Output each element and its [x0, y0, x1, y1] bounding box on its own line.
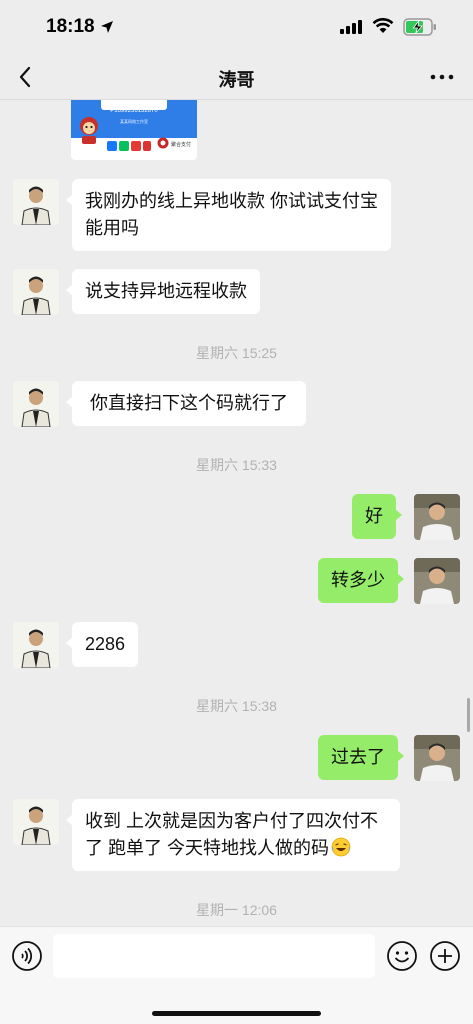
message-bubble[interactable]: 收到 上次就是因为客户付了四次付不了 跑单了 今天特地找人做的码: [66, 799, 400, 871]
message-bubble[interactable]: 你直接扫下这个码就行了: [66, 381, 306, 426]
contact-avatar-icon: [13, 381, 59, 427]
nav-bar: 涛哥: [0, 54, 473, 100]
brand-logo-icon: [157, 137, 169, 149]
contact-avatar-icon: [13, 179, 59, 225]
input-bar: [0, 926, 473, 1024]
status-bar: 18:18: [0, 0, 473, 54]
contact-avatar-icon: [13, 799, 59, 845]
message-bubble[interactable]: 2286: [65, 622, 139, 667]
signal-icon: [340, 20, 362, 34]
message-text: 2286: [85, 634, 126, 654]
avatar[interactable]: [13, 622, 59, 668]
mascot-icon: [80, 117, 98, 144]
avatar[interactable]: [13, 269, 59, 315]
message-timestamp: 星期一 12:06: [196, 902, 277, 918]
message-bubble[interactable]: 我刚办的线上异地收款 你试试支付宝能用吗: [66, 179, 391, 251]
my-avatar-icon: [414, 558, 460, 604]
avatar[interactable]: [414, 735, 460, 781]
message-input[interactable]: [53, 934, 375, 978]
chat-area[interactable]: P1699236132870 某某网络工作室 聚合支付 我刚办的线上异地收款 你…: [0, 100, 473, 926]
my-avatar-icon: [414, 735, 460, 781]
message-bubble[interactable]: 好: [352, 494, 402, 539]
battery-charging-icon: [403, 18, 436, 36]
home-indicator: [152, 1011, 321, 1016]
message-text: 转多少: [331, 570, 385, 590]
chat-title: 涛哥: [218, 70, 255, 90]
contact-avatar-icon: [13, 622, 59, 668]
avatar[interactable]: [414, 558, 460, 604]
laughing-tears-emoji-icon: [331, 837, 351, 857]
my-avatar-icon: [414, 494, 460, 540]
message-text: 说支持异地远程收款: [85, 281, 247, 301]
scrollbar[interactable]: [467, 698, 470, 732]
avatar[interactable]: [13, 799, 59, 845]
message-text: 好: [365, 506, 383, 526]
more-options-button[interactable]: [427, 66, 457, 88]
avatar[interactable]: [13, 179, 59, 225]
voice-input-button[interactable]: [11, 940, 43, 972]
message-text: 我刚办的线上异地收款 你试试支付宝能用吗: [85, 191, 378, 238]
contact-avatar-icon: [13, 269, 59, 315]
more-functions-button[interactable]: [429, 940, 461, 972]
wifi-icon: [372, 18, 394, 33]
location-arrow-icon: [101, 21, 113, 33]
message-text: 过去了: [331, 747, 385, 767]
avatar[interactable]: [414, 494, 460, 540]
message-text: 你直接扫下这个码就行了: [90, 393, 288, 413]
message-timestamp: 星期六 15:33: [196, 457, 277, 473]
payment-methods-icon: [107, 141, 151, 151]
message-bubble[interactable]: 转多少: [318, 558, 404, 603]
avatar[interactable]: [13, 381, 59, 427]
status-time: 18:18: [46, 16, 95, 37]
message-timestamp: 星期六 15:25: [196, 345, 277, 361]
qr-brand-text: 聚合支付: [171, 142, 192, 148]
emoji-button[interactable]: [386, 940, 418, 972]
message-bubble[interactable]: 说支持异地远程收款: [66, 269, 260, 314]
message-timestamp: 星期六 15:38: [196, 698, 277, 714]
payment-qr-image[interactable]: P1699236132870 某某网络工作室 聚合支付: [71, 100, 197, 160]
message-bubble[interactable]: 过去了: [318, 735, 404, 780]
